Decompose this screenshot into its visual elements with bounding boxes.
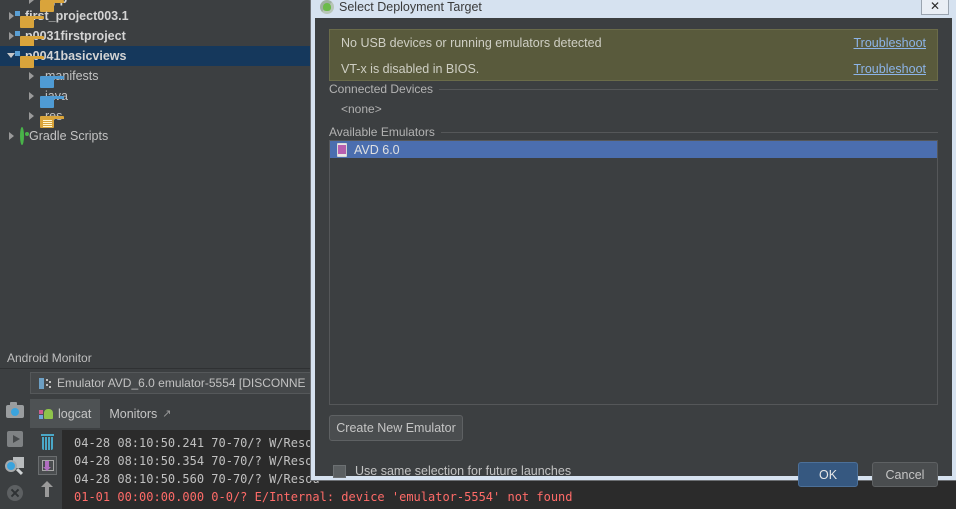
up-arrow-icon[interactable] [40, 481, 54, 497]
logcat-line: 01-01 00:00:00.000 0-0/? E/Internal: dev… [74, 490, 573, 504]
chevron-right-icon[interactable] [24, 66, 40, 86]
logcat-toolbar [32, 430, 62, 509]
terminate-icon[interactable] [4, 482, 26, 504]
ok-button[interactable]: OK [798, 462, 858, 487]
scroll-to-end-icon[interactable] [37, 456, 57, 475]
tab-monitors[interactable]: Monitors ↗ [100, 399, 180, 428]
avd-device-icon [337, 142, 347, 157]
device-selector-label: Emulator AVD_6.0 emulator-5554 [DISCONNE [57, 376, 306, 390]
project-tree-pane[interactable]: appfirst_project003.1p0031firstprojectp0… [0, 0, 310, 347]
troubleshoot-link-vtx[interactable]: Troubleshoot [854, 62, 927, 76]
gradle-icon [20, 126, 24, 146]
monitor-side-toolbar [0, 397, 30, 509]
close-icon[interactable]: ✕ [921, 0, 949, 15]
monitor-tabs: logcat Monitors ↗ [30, 399, 181, 428]
tree-item-gradle-scripts[interactable]: Gradle Scripts [0, 126, 310, 146]
screenshot-icon[interactable] [4, 401, 26, 423]
available-emulators-label: Available Emulators [329, 125, 441, 139]
checkbox-box-icon[interactable] [333, 464, 346, 478]
connected-devices-label: Connected Devices [329, 82, 440, 96]
screen-record-icon[interactable] [4, 428, 26, 450]
tree-item-manifests[interactable]: manifests [0, 66, 310, 88]
use-same-selection-label: Use same selection for future launches [355, 464, 572, 478]
chevron-down-icon[interactable] [4, 46, 20, 66]
cancel-button[interactable]: Cancel [872, 462, 938, 487]
chevron-right-icon[interactable] [4, 26, 20, 46]
tree-item-p0041basicviews[interactable]: p0041basicviews [0, 46, 310, 68]
banner-row-vtx: VT-x is disabled in BIOS. Troubleshoot [330, 56, 937, 82]
tree-item-java[interactable]: java [0, 86, 310, 108]
select-deployment-target-dialog: Select Deployment Target ✕ No USB device… [311, 0, 956, 487]
tree-item-label: Gradle Scripts [29, 129, 109, 143]
screen-root: appfirst_project003.1p0031firstprojectp0… [0, 0, 956, 509]
tree-item-first-project003-1[interactable]: first_project003.1 [0, 6, 310, 28]
emulator-list[interactable]: AVD 6.0 [329, 140, 938, 405]
tree-item-p0031firstproject[interactable]: p0031firstproject [0, 26, 310, 48]
chevron-right-icon[interactable] [24, 86, 40, 106]
connected-devices-value: <none> [341, 102, 382, 116]
list-item-avd[interactable]: AVD 6.0 [330, 141, 937, 158]
dialog-titlebar: Select Deployment Target ✕ [315, 0, 952, 18]
banner-message-vtx: VT-x is disabled in BIOS. [341, 62, 480, 76]
create-new-emulator-button[interactable]: Create New Emulator [329, 415, 463, 441]
banner-message-usb: No USB devices or running emulators dete… [341, 36, 602, 50]
warning-banner: No USB devices or running emulators dete… [329, 29, 938, 81]
device-icon [39, 377, 51, 389]
layout-inspector-icon[interactable] [4, 455, 26, 477]
tab-logcat[interactable]: logcat [30, 399, 101, 428]
detach-arrow-icon[interactable]: ↗ [162, 407, 171, 420]
connected-devices-rule [431, 89, 938, 90]
logcat-icon [39, 408, 53, 419]
tree-item-res[interactable]: res [0, 106, 310, 128]
chevron-right-icon[interactable] [4, 6, 20, 26]
chevron-right-icon[interactable] [4, 126, 20, 146]
dialog-title: Select Deployment Target [339, 0, 482, 14]
dialog-body: No USB devices or running emulators dete… [315, 18, 952, 487]
tab-logcat-label: logcat [58, 406, 92, 421]
chevron-right-icon[interactable] [24, 106, 40, 126]
android-studio-icon [320, 0, 334, 14]
available-emulators-rule [441, 132, 938, 133]
clear-logcat-icon[interactable] [40, 434, 55, 450]
use-same-selection-checkbox[interactable]: Use same selection for future launches [333, 464, 571, 478]
troubleshoot-link-usb[interactable]: Troubleshoot [854, 36, 927, 50]
banner-row-usb: No USB devices or running emulators dete… [330, 30, 937, 56]
tab-monitors-label: Monitors [109, 406, 158, 421]
list-item-avd-label: AVD 6.0 [354, 142, 400, 157]
